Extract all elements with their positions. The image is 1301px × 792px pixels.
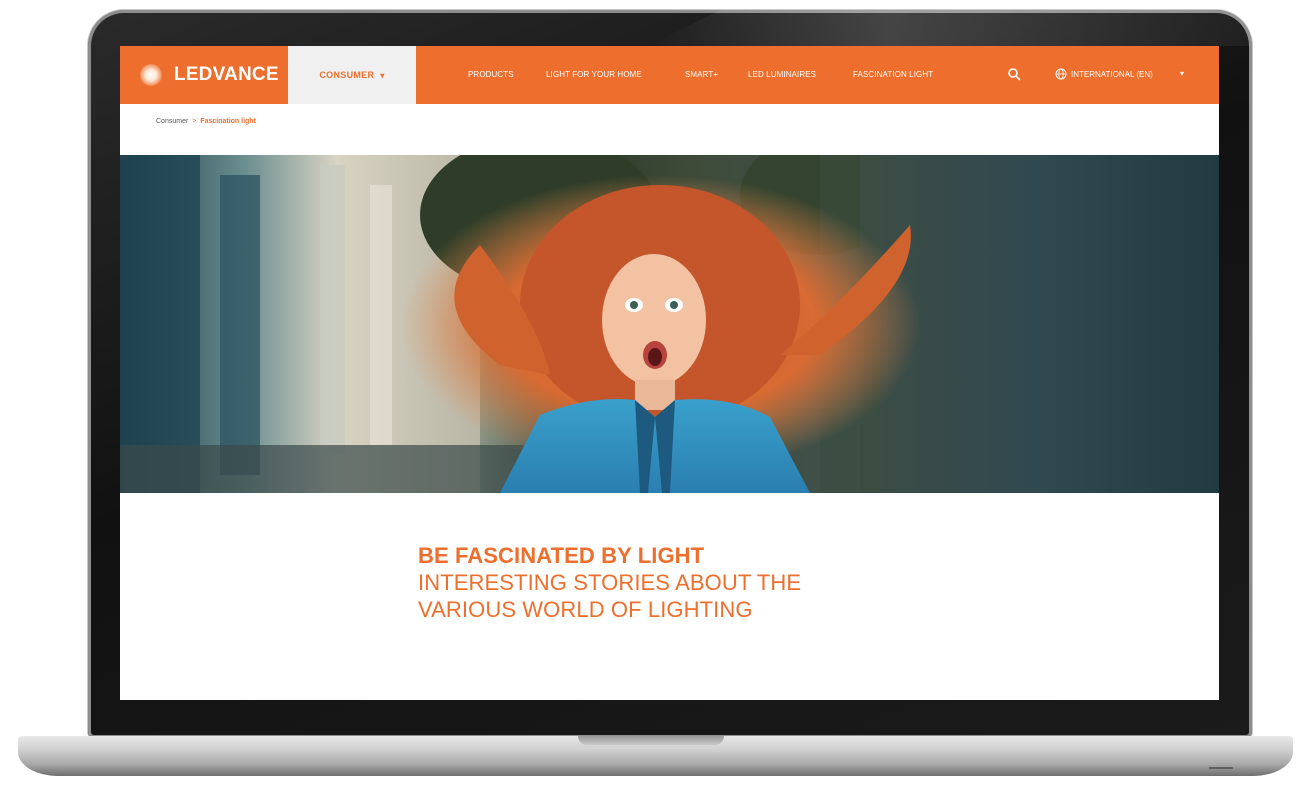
nav-item-led-luminaires[interactable]: LED LUMINAIRES xyxy=(748,70,816,79)
breadcrumb-home[interactable]: Consumer xyxy=(156,118,188,125)
chevron-down-icon: ▾ xyxy=(380,70,385,80)
nav-item-fascination-light[interactable]: FASCINATION LIGHT xyxy=(853,70,933,79)
hero-banner xyxy=(120,155,1219,493)
laptop-notch xyxy=(578,736,724,745)
headline-subtitle-line-1: INTERESTING STORIES ABOUT THE xyxy=(418,570,802,595)
top-navigation-bar: LEDVANCE CONSUMER ▾ PRODUCTS LIGHT FOR Y… xyxy=(120,46,1219,104)
breadcrumb-current: Fascination light xyxy=(200,118,256,125)
sun-logo-icon xyxy=(140,64,162,86)
hero-image xyxy=(120,155,1219,493)
laptop-screen: LEDVANCE CONSUMER ▾ PRODUCTS LIGHT FOR Y… xyxy=(120,46,1219,700)
nav-item-light-for-your-home[interactable]: LIGHT FOR YOUR HOME xyxy=(546,70,642,79)
laptop-indicator xyxy=(1209,767,1233,769)
breadcrumb-separator: > xyxy=(192,118,197,125)
nav-item-smart-plus[interactable]: SMART+ xyxy=(685,70,718,79)
tab-consumer[interactable]: CONSUMER ▾ xyxy=(288,46,416,104)
headline-subtitle-line-2: VARIOUS WORLD OF LIGHTING xyxy=(418,597,753,622)
brand-logo[interactable]: LEDVANCE xyxy=(140,62,279,88)
tab-consumer-label: CONSUMER xyxy=(319,70,375,80)
headline-block: BE FASCINATED BY LIGHT INTERESTING STORI… xyxy=(418,542,1018,623)
globe-icon xyxy=(1055,68,1067,80)
language-chevron-down-icon[interactable]: ▾ xyxy=(1180,69,1184,78)
language-selector[interactable]: INTERNATIONAL (EN) xyxy=(1071,70,1153,79)
brand-name: LEDVANCE xyxy=(174,64,279,85)
nav-item-products[interactable]: PRODUCTS xyxy=(468,70,514,79)
headline-title: BE FASCINATED BY LIGHT xyxy=(418,543,705,568)
breadcrumb: Consumer > Fascination light xyxy=(156,118,256,125)
search-icon[interactable] xyxy=(1007,67,1021,81)
